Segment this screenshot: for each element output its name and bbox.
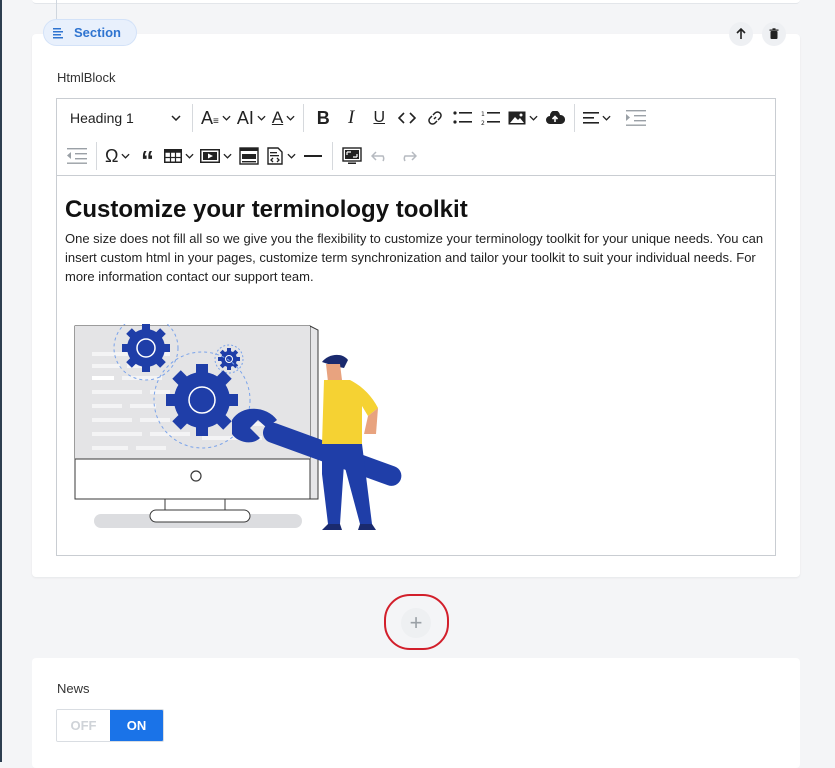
html-icon xyxy=(239,147,260,165)
indent-button[interactable] xyxy=(622,103,650,133)
chevron-down-icon xyxy=(185,153,195,159)
block-type-label: HtmlBlock xyxy=(57,70,116,85)
link-icon xyxy=(428,111,442,125)
fullscreen-icon xyxy=(342,147,363,164)
italic-icon: I xyxy=(348,107,355,128)
font-size-button[interactable]: A≡ xyxy=(198,103,234,133)
media-button[interactable] xyxy=(197,141,235,171)
align-left-icon xyxy=(583,112,600,124)
toolbar-separator xyxy=(192,104,193,132)
redo-button[interactable] xyxy=(394,141,422,171)
fullscreen-button[interactable] xyxy=(338,141,366,171)
heading-select-value: Heading 1 xyxy=(70,110,134,126)
arrow-up-icon xyxy=(736,28,746,39)
settings-illustration xyxy=(74,324,402,530)
link-button[interactable] xyxy=(421,103,449,133)
code-icon xyxy=(398,112,417,124)
source-icon xyxy=(267,147,284,165)
outdent-button[interactable] xyxy=(63,141,91,171)
underline-icon: U xyxy=(373,109,385,126)
underline-button[interactable]: U xyxy=(365,103,393,133)
chevron-down-icon xyxy=(257,115,266,121)
chevron-down-icon xyxy=(121,153,131,159)
trash-icon xyxy=(769,28,779,39)
bold-button[interactable]: B xyxy=(309,103,337,133)
italic-button[interactable]: I xyxy=(337,103,365,133)
horizontal-rule-icon xyxy=(304,155,323,157)
toolbar-separator xyxy=(574,104,576,132)
chevron-down-icon xyxy=(286,115,295,121)
undo-button[interactable] xyxy=(366,141,394,171)
special-character-button[interactable]: Ω xyxy=(102,141,133,171)
svg-text:1: 1 xyxy=(481,111,485,118)
toolbar-separator xyxy=(332,142,334,170)
omega-icon: Ω xyxy=(105,145,119,166)
heading-select[interactable]: Heading 1 xyxy=(57,103,187,133)
outdent-icon xyxy=(67,148,87,164)
bullet-list-button[interactable] xyxy=(449,103,477,133)
toggle-on-option[interactable]: ON xyxy=(110,710,163,741)
chevron-down-icon xyxy=(602,115,611,121)
toolbar-row-2: Ω “ xyxy=(57,137,422,175)
delete-button[interactable] xyxy=(762,22,786,46)
numbered-list-button[interactable]: 12 xyxy=(477,103,505,133)
toolbar-row-1: Heading 1 A≡ AI A B I U 1 2 xyxy=(57,99,650,137)
blockquote-button[interactable]: “ xyxy=(133,141,161,175)
section-tag-label: Section xyxy=(74,25,121,40)
font-color-button[interactable]: A xyxy=(269,103,298,133)
toggle-off-option[interactable]: OFF xyxy=(57,710,110,741)
content-heading: Customize your terminology toolkit xyxy=(65,196,468,223)
numbered-list-icon: 12 xyxy=(481,111,501,126)
table-icon xyxy=(164,149,183,163)
text-transform-icon: AI xyxy=(236,107,254,128)
chevron-down-icon xyxy=(171,115,181,121)
text-transform-button[interactable]: AI xyxy=(234,103,269,133)
toolbar-separator xyxy=(96,142,97,170)
code-button[interactable] xyxy=(393,103,421,133)
font-size-icon: A≡ xyxy=(201,107,219,128)
chevron-down-icon xyxy=(223,153,233,159)
svg-text:2: 2 xyxy=(481,120,485,126)
page-left-border xyxy=(0,0,2,762)
bold-icon: B xyxy=(316,107,330,128)
chevron-down-icon xyxy=(222,115,231,121)
align-button[interactable] xyxy=(580,103,614,133)
source-button[interactable] xyxy=(263,141,299,171)
plus-icon: + xyxy=(409,610,423,635)
media-icon xyxy=(200,149,221,163)
horizontal-rule-button[interactable] xyxy=(299,141,327,171)
chevron-down-icon xyxy=(287,153,297,159)
undo-icon xyxy=(371,151,385,162)
quote-icon: “ xyxy=(140,145,154,175)
indent-icon xyxy=(626,110,647,126)
rich-text-editor: Heading 1 A≡ AI A B I U 1 2 Ω “ Customiz… xyxy=(56,98,776,556)
image-button[interactable] xyxy=(505,103,541,133)
move-up-button[interactable] xyxy=(729,22,753,46)
content-paragraph: One size does not fill all so we give yo… xyxy=(65,231,764,284)
news-label: News xyxy=(57,681,90,696)
previous-card-edge xyxy=(32,0,800,4)
html-embed-button[interactable] xyxy=(235,141,263,171)
table-button[interactable] xyxy=(161,141,197,171)
editor-toolbar: Heading 1 A≡ AI A B I U 1 2 Ω “ xyxy=(57,99,775,176)
redo-icon xyxy=(404,151,418,162)
section-tag[interactable]: Section xyxy=(43,19,137,46)
toolbar-separator xyxy=(303,104,305,132)
cloud-upload-icon xyxy=(546,111,566,124)
paragraph-icon xyxy=(53,27,63,38)
bullet-list-icon xyxy=(453,111,473,124)
font-color-icon: A xyxy=(271,108,284,127)
add-section-button[interactable]: + xyxy=(401,608,431,638)
upload-button[interactable] xyxy=(541,103,569,133)
editor-content[interactable]: Customize your terminology toolkit One s… xyxy=(65,191,765,286)
image-icon xyxy=(508,111,526,125)
chevron-down-icon xyxy=(529,115,538,121)
section-connector-line xyxy=(56,0,57,20)
news-toggle[interactable]: OFF ON xyxy=(56,709,164,742)
